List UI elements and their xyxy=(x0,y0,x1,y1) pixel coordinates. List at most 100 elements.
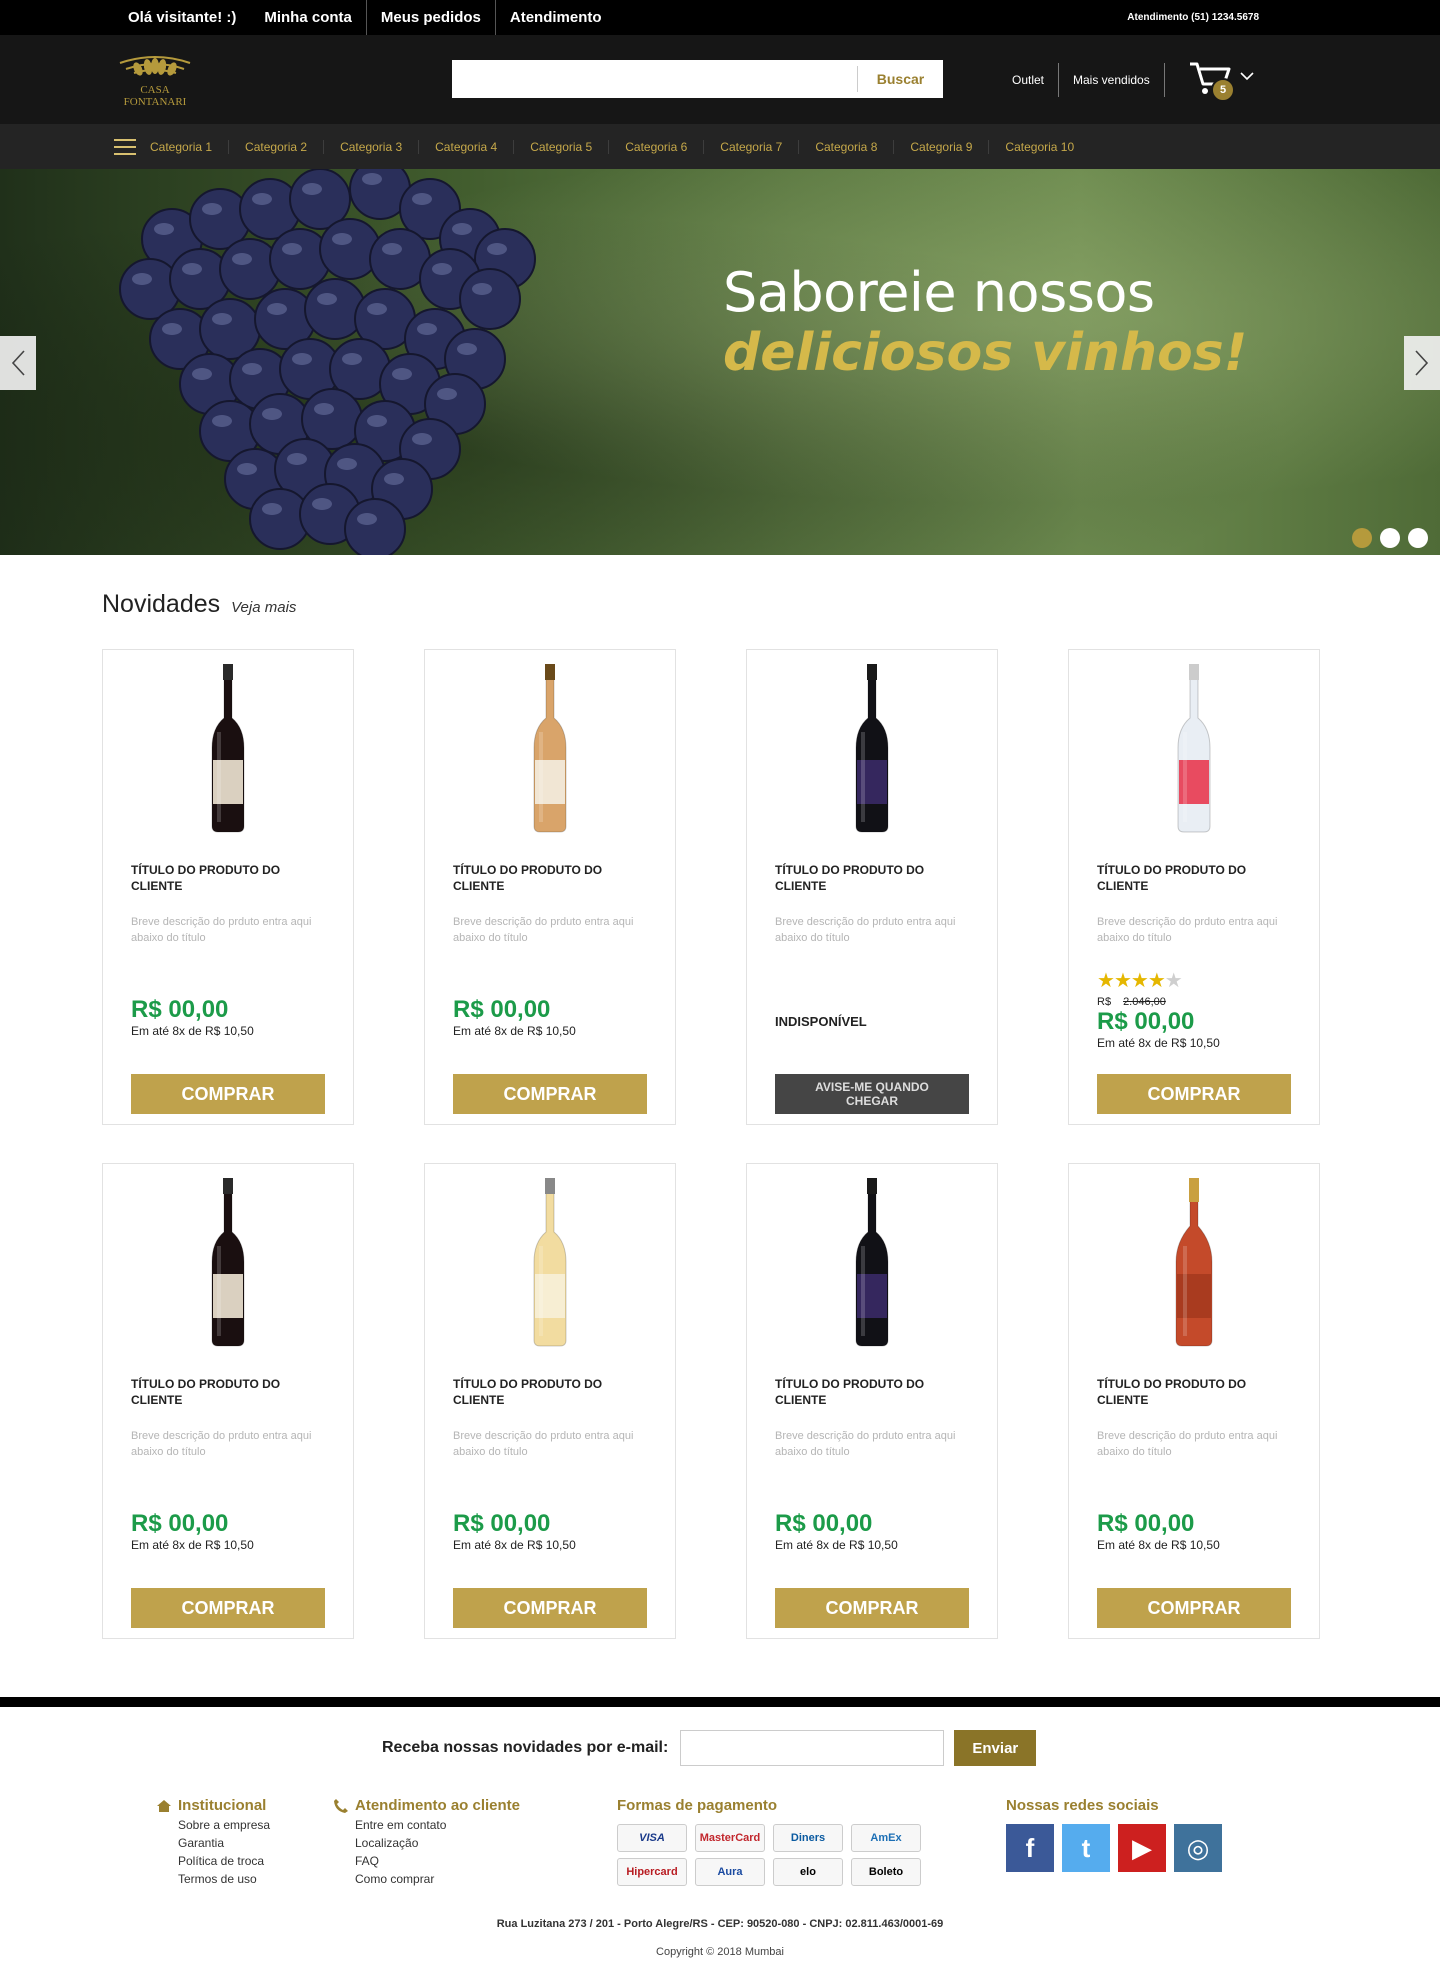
product-card[interactable]: Título do produto do cliente Breve descr… xyxy=(1068,649,1320,1125)
wine-bottle-image[interactable] xyxy=(1069,1176,1319,1348)
newsletter-form: Receba nossas novidades por e-mail: Envi… xyxy=(382,1730,1037,1766)
star-icon: ★ xyxy=(1147,970,1166,992)
institutional-link[interactable]: Política de troca xyxy=(178,1852,270,1870)
product-card[interactable]: Título do produto do cliente Breve descr… xyxy=(102,1163,354,1639)
category-link[interactable]: Categoria 10 xyxy=(988,139,1090,154)
buy-button[interactable]: Comprar xyxy=(131,1074,325,1114)
wine-bottle-image[interactable] xyxy=(103,662,353,834)
wine-bottle-image[interactable] xyxy=(425,662,675,834)
newsletter-email-input[interactable] xyxy=(680,1730,945,1766)
youtube-icon[interactable]: ▶ xyxy=(1118,1824,1166,1872)
hero-banner: Saboreie nossos deliciosos vinhos! xyxy=(0,169,1440,555)
casa-fontanari-logo[interactable]: CASA FONTANARI xyxy=(112,49,198,109)
rating-stars: ★★★★★ xyxy=(1097,968,1183,993)
product-title[interactable]: Título do produto do cliente xyxy=(131,1376,331,1408)
wine-bottle-image[interactable] xyxy=(425,1176,675,1348)
cart-button[interactable]: 5 xyxy=(1188,60,1258,102)
product-title[interactable]: Título do produto do cliente xyxy=(775,1376,975,1408)
wine-bottle-image[interactable] xyxy=(747,1176,997,1348)
category-link[interactable]: Categoria 6 xyxy=(608,139,703,154)
buy-button[interactable]: Comprar xyxy=(1097,1074,1291,1114)
carousel-prev-button[interactable] xyxy=(0,336,36,390)
product-card[interactable]: Título do produto do cliente Breve descr… xyxy=(102,649,354,1125)
buy-button[interactable]: Comprar xyxy=(131,1588,325,1628)
chevron-down-icon[interactable] xyxy=(1240,68,1254,84)
product-description: Breve descrição do prduto entra aqui aba… xyxy=(775,1430,956,1458)
payment-method-icon: AmEx xyxy=(851,1824,921,1852)
best-sellers-link[interactable]: Mais vendidos xyxy=(1058,63,1164,97)
star-icon: ★ xyxy=(1113,970,1132,992)
buy-button[interactable]: Comprar xyxy=(453,1588,647,1628)
category-link[interactable]: Categoria 9 xyxy=(893,139,988,154)
product-title[interactable]: Título do produto do cliente xyxy=(1097,862,1297,894)
footer-divider xyxy=(0,1697,1440,1707)
category-nav: Categoria 1 Categoria 2 Categoria 3 Categor… xyxy=(0,124,1440,169)
product-title[interactable]: Título do produto do cliente xyxy=(775,862,975,894)
institutional-title: Institucional xyxy=(178,1797,267,1814)
footer-institutional: Institucional Sobre a empresa Garantia Pol… xyxy=(156,1797,270,1888)
chevron-left-icon xyxy=(11,350,25,376)
category-link[interactable]: Categoria 7 xyxy=(703,139,798,154)
service-link[interactable]: Como comprar xyxy=(355,1870,520,1888)
installments-text: Em até 8x de R$ 10,50 xyxy=(131,1024,254,1038)
category-link[interactable]: Categoria 1 xyxy=(150,140,228,154)
category-link[interactable]: Categoria 8 xyxy=(798,139,893,154)
institutional-link[interactable]: Garantia xyxy=(178,1834,270,1852)
section-title: Novidades Veja mais xyxy=(102,590,296,619)
product-card[interactable]: Título do produto do cliente Breve descr… xyxy=(746,649,998,1125)
service-link[interactable]: Entre em contato xyxy=(355,1816,520,1834)
product-title[interactable]: Título do produto do cliente xyxy=(1097,1376,1297,1408)
carousel-dot[interactable] xyxy=(1408,528,1428,548)
notify-me-button[interactable]: Avise-me quando chegar xyxy=(775,1074,969,1114)
star-icon: ★ xyxy=(1097,970,1115,992)
institutional-link[interactable]: Termos de uso xyxy=(178,1870,270,1888)
wine-bottle-image[interactable] xyxy=(1069,662,1319,834)
category-link[interactable]: Categoria 4 xyxy=(418,139,513,154)
newsletter-submit-button[interactable]: Enviar xyxy=(954,1730,1037,1766)
facebook-icon[interactable]: f xyxy=(1006,1824,1054,1872)
logo-text-fontanari: FONTANARI xyxy=(124,96,187,108)
service-link[interactable]: Localização xyxy=(355,1834,520,1852)
product-title[interactable]: Título do produto do cliente xyxy=(453,862,653,894)
wine-bottle-image[interactable] xyxy=(747,662,997,834)
hamburger-menu-icon[interactable] xyxy=(114,138,136,155)
product-description: Breve descrição do prduto entra aqui aba… xyxy=(453,916,634,944)
installments-text: Em até 8x de R$ 10,50 xyxy=(131,1538,254,1552)
buy-button[interactable]: Comprar xyxy=(453,1074,647,1114)
buy-button[interactable]: Comprar xyxy=(1097,1588,1291,1628)
payment-method-icon: MasterCard xyxy=(695,1824,765,1852)
see-more-link[interactable]: Veja mais xyxy=(231,599,296,616)
carousel-dot[interactable] xyxy=(1380,528,1400,548)
category-link[interactable]: Categoria 2 xyxy=(228,139,323,154)
home-icon xyxy=(157,1799,171,1812)
buy-button[interactable]: Comprar xyxy=(775,1588,969,1628)
twitter-icon[interactable]: t xyxy=(1062,1824,1110,1872)
cart-count-badge: 5 xyxy=(1211,78,1235,102)
instagram-icon[interactable]: ◎ xyxy=(1174,1824,1222,1872)
wine-bottle-image[interactable] xyxy=(103,1176,353,1348)
carousel-next-button[interactable] xyxy=(1404,336,1440,390)
product-card[interactable]: Título do produto do cliente Breve descr… xyxy=(424,1163,676,1639)
carousel-dot[interactable] xyxy=(1352,528,1372,548)
payment-method-icon: Aura xyxy=(695,1858,765,1886)
old-price: R$ 2.046,00 xyxy=(1097,996,1166,1008)
section-heading: Novidades xyxy=(102,590,221,618)
support-link[interactable]: Atendimento xyxy=(494,0,616,35)
my-account-link[interactable]: Minha conta xyxy=(250,0,366,35)
search-button[interactable]: Buscar xyxy=(857,66,943,92)
installments-text: Em até 8x de R$ 10,50 xyxy=(453,1538,576,1552)
service-link[interactable]: FAQ xyxy=(355,1852,520,1870)
outlet-link[interactable]: Outlet xyxy=(998,73,1058,87)
category-link[interactable]: Categoria 5 xyxy=(513,139,608,154)
my-orders-link[interactable]: Meus pedidos xyxy=(365,0,495,35)
product-card[interactable]: Título do produto do cliente Breve descr… xyxy=(746,1163,998,1639)
product-title[interactable]: Título do produto do cliente xyxy=(131,862,331,894)
institutional-link[interactable]: Sobre a empresa xyxy=(178,1816,270,1834)
product-card[interactable]: Título do produto do cliente Breve descr… xyxy=(1068,1163,1320,1639)
product-card[interactable]: Título do produto do cliente Breve descr… xyxy=(424,649,676,1125)
product-price: R$ 00,00 xyxy=(131,996,229,1023)
category-link[interactable]: Categoria 3 xyxy=(323,139,418,154)
product-title[interactable]: Título do produto do cliente xyxy=(453,1376,653,1408)
search-input[interactable] xyxy=(452,60,857,98)
product-description: Breve descrição do prduto entra aqui aba… xyxy=(1097,916,1278,944)
